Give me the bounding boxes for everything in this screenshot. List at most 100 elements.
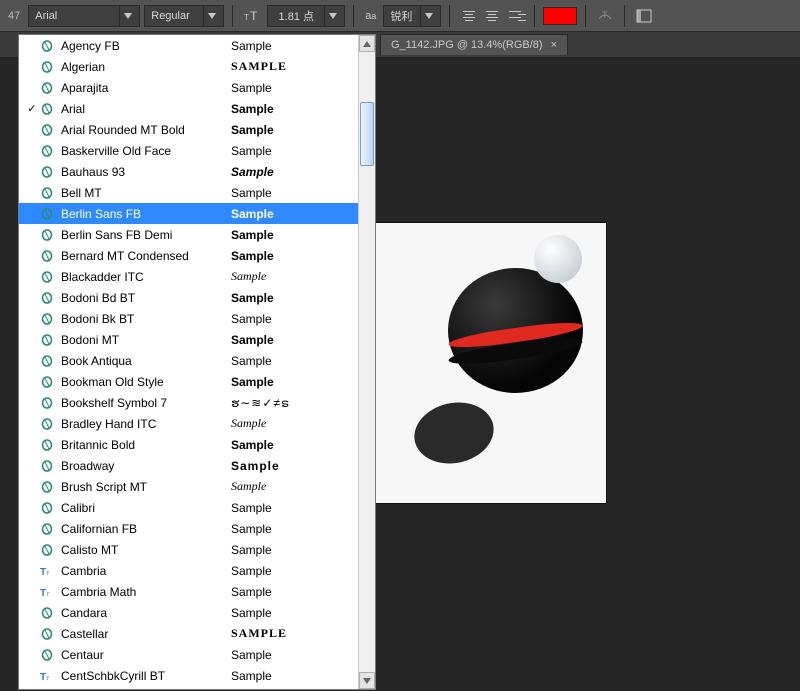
font-list-item[interactable]: CentaurSample [19,644,358,665]
close-tab-icon[interactable]: × [551,39,557,51]
align-left-button[interactable] [458,5,480,27]
scroll-up-button[interactable] [359,35,375,52]
font-sample-label: Sample [231,144,272,158]
font-name-label: Book Antiqua [61,354,231,368]
document-tab[interactable]: G_1142.JPG @ 13.4%(RGB/8) × [380,34,568,55]
font-list-item[interactable]: TrCambriaSample [19,560,358,581]
font-list-item[interactable]: Bernard MT CondensedSample [19,245,358,266]
font-type-icon [39,249,55,263]
font-family-combo[interactable] [28,5,140,27]
font-list[interactable]: Agency FBSampleAlgerianSAMPLEAparajitaSa… [19,35,358,689]
text-color-swatch[interactable] [543,7,577,25]
font-name-label: Bodoni Bk BT [61,312,231,326]
scroll-down-button[interactable] [359,672,375,689]
anti-alias-input[interactable] [384,10,420,22]
font-list-item[interactable]: Berlin Sans FBSample [19,203,358,224]
font-sample-label: Sample [231,438,274,452]
svg-text:r: r [47,570,50,577]
scrollbar[interactable] [358,35,375,689]
font-sample-label: Sample [231,564,272,578]
font-type-icon [39,627,55,641]
font-name-label: CentSchbkCyrill BT [61,669,231,683]
font-sample-label: Sample [231,606,272,620]
font-list-item[interactable]: Berlin Sans FB DemiSample [19,224,358,245]
font-list-item[interactable]: BroadwaySample [19,455,358,476]
font-name-label: Bookman Old Style [61,375,231,389]
font-list-item[interactable]: AparajitaSample [19,77,358,98]
font-sample-label: Sample [231,501,272,515]
font-list-item[interactable]: TrCambria MathSample [19,581,358,602]
font-list-item[interactable]: Blackadder ITCSample [19,266,358,287]
font-family-dropdown-list[interactable]: Agency FBSampleAlgerianSAMPLEAparajitaSa… [18,34,376,690]
font-list-item[interactable]: AlgerianSAMPLE [19,56,358,77]
font-sample-label: SAMPLE [231,59,287,74]
document-tab-label: G_1142.JPG @ 13.4%(RGB/8) [391,39,543,51]
font-sample-label: Sample [231,669,272,683]
left-number: 47 [4,10,24,22]
font-list-item[interactable]: Californian FBSample [19,518,358,539]
font-style-dropdown-arrow[interactable] [203,6,219,26]
font-list-item[interactable]: Britannic BoldSample [19,434,358,455]
scroll-thumb[interactable] [360,102,374,166]
font-list-item[interactable]: Baskerville Old FaceSample [19,140,358,161]
character-panel-button[interactable] [633,5,655,27]
font-sample-label: ຮ∼≋✓≠ຣ [231,396,290,410]
font-name-label: Bernard MT Condensed [61,249,231,263]
font-list-item[interactable]: Agency FBSample [19,35,358,56]
font-type-icon [39,123,55,137]
separator [624,5,625,27]
font-list-item[interactable]: Bodoni MTSample [19,329,358,350]
warp-text-button[interactable]: T [594,5,616,27]
font-type-icon [39,291,55,305]
font-type-icon [39,480,55,494]
font-sample-label: Sample [231,522,272,536]
separator [585,5,586,27]
font-list-item[interactable]: Bodoni Bd BTSample [19,287,358,308]
font-list-item[interactable]: Bodoni Bk BTSample [19,308,358,329]
font-sample-label: Sample [231,186,272,200]
anti-alias-dropdown-arrow[interactable] [420,6,436,26]
font-type-icon: Tr [39,669,55,683]
font-name-label: Blackadder ITC [61,270,231,284]
font-type-icon [39,606,55,620]
font-list-item[interactable]: Bauhaus 93Sample [19,161,358,182]
font-list-item[interactable]: Bradley Hand ITCSample [19,413,358,434]
align-right-button[interactable] [504,5,526,27]
font-type-icon [39,207,55,221]
font-size-dropdown-arrow[interactable] [324,6,340,26]
font-type-icon [39,417,55,431]
font-list-item[interactable]: Brush Script MTSample [19,476,358,497]
font-sample-label: Sample [231,459,280,473]
font-size-input[interactable] [268,10,324,22]
font-list-item[interactable]: Bookshelf Symbol 7ຮ∼≋✓≠ຣ [19,392,358,413]
font-name-label: Calisto MT [61,543,231,557]
font-style-input[interactable] [145,10,203,22]
font-sample-label: Sample [231,416,266,431]
font-list-item[interactable]: CandaraSample [19,602,358,623]
font-type-icon [39,648,55,662]
svg-text:T: T [244,13,249,22]
font-sample-label: Sample [231,585,272,599]
font-family-dropdown-arrow[interactable] [119,6,135,26]
font-list-item[interactable]: CastellarSAMPLE [19,623,358,644]
font-list-item[interactable]: CalibriSample [19,497,358,518]
font-style-combo[interactable] [144,5,224,27]
svg-text:T: T [40,588,46,598]
font-list-item[interactable]: Bell MTSample [19,182,358,203]
scroll-track[interactable] [359,52,375,672]
font-name-label: Arial [61,102,231,116]
anti-alias-combo[interactable] [383,5,441,27]
font-list-item[interactable]: ✓ArialSample [19,98,358,119]
font-size-combo[interactable] [267,5,345,27]
align-center-button[interactable] [481,5,503,27]
font-name-label: Castellar [61,627,231,641]
font-list-item[interactable]: Calisto MTSample [19,539,358,560]
font-name-label: Broadway [61,459,231,473]
font-list-item[interactable]: Arial Rounded MT BoldSample [19,119,358,140]
font-name-label: Baskerville Old Face [61,144,231,158]
font-list-item[interactable]: Book AntiquaSample [19,350,358,371]
anti-alias-icon: aa [362,5,379,27]
font-list-item[interactable]: Tr CentSchbkCyrill BTSample [19,665,358,686]
font-family-input[interactable] [29,10,119,22]
font-list-item[interactable]: Bookman Old StyleSample [19,371,358,392]
